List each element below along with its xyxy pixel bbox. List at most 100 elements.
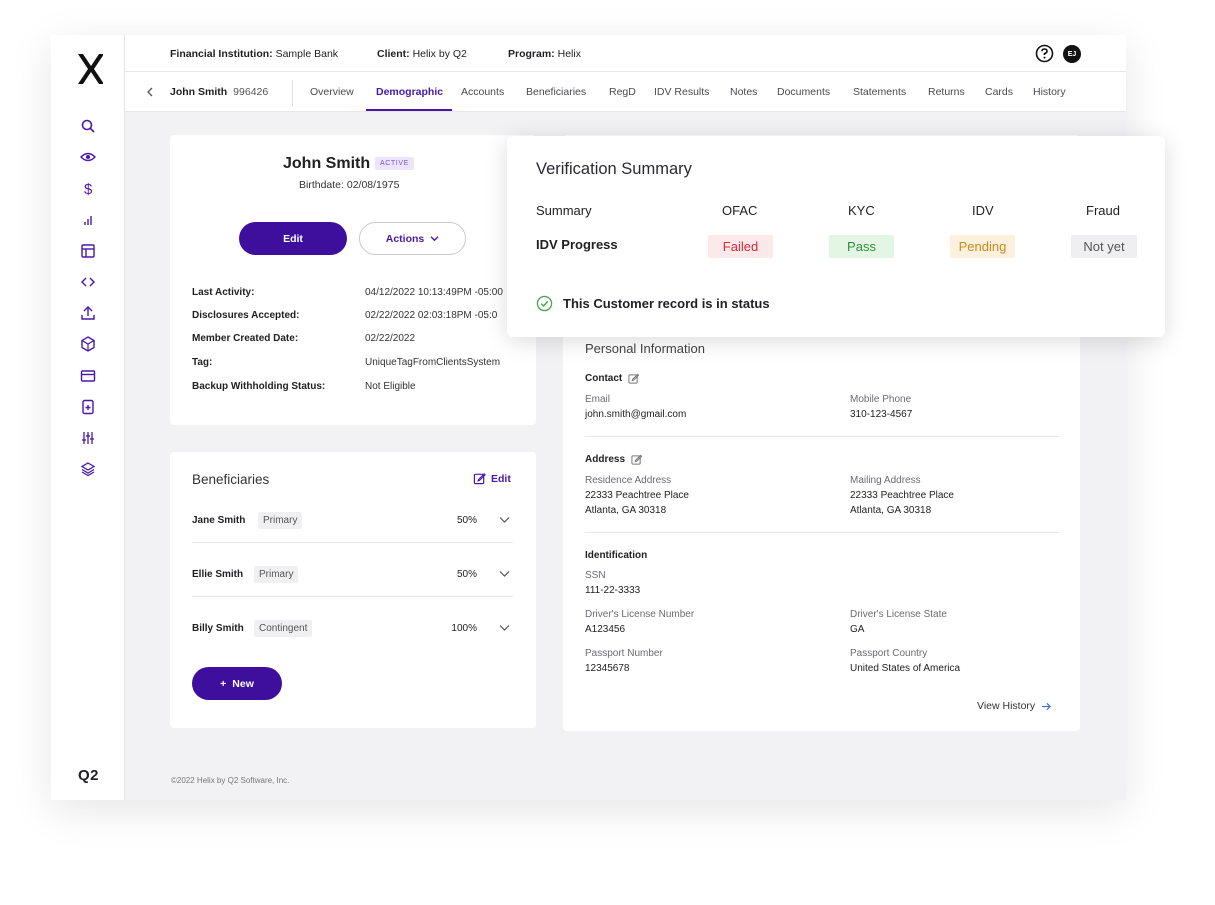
- address-section-title: Address: [585, 454, 642, 465]
- idv-progress-label: IDV Progress: [536, 237, 618, 252]
- residence-address-label: Residence Address: [585, 475, 671, 486]
- ssn-label: SSN: [585, 570, 606, 581]
- verification-summary-popup: Verification Summary Summary OFAC KYC ID…: [507, 136, 1165, 337]
- q2-brand: Q2: [78, 767, 99, 784]
- beneficiaries-edit-link[interactable]: Edit: [473, 472, 511, 485]
- edit-icon[interactable]: [631, 454, 642, 465]
- beneficiary-type-tag: Contingent: [254, 620, 312, 637]
- tab-documents[interactable]: Documents: [777, 86, 830, 98]
- chevron-down-icon: [430, 235, 439, 242]
- residence-address-line2: Atlanta, GA 30318: [585, 505, 666, 516]
- dl-state-label: Driver's License State: [850, 609, 947, 620]
- plus-icon: +: [220, 678, 226, 690]
- layers-icon[interactable]: [79, 460, 97, 478]
- helix-logo[interactable]: [75, 51, 103, 87]
- tab-idv-results[interactable]: IDV Results: [654, 86, 709, 98]
- back-chevron-icon[interactable]: [145, 86, 155, 98]
- add-beneficiary-button[interactable]: + New: [192, 667, 282, 700]
- left-sidebar: $ Q2: [51, 35, 125, 800]
- chevron-down-icon[interactable]: [499, 624, 510, 632]
- arrow-right-icon: [1041, 702, 1052, 711]
- financial-institution: Financial Institution: Sample Bank: [170, 48, 338, 60]
- passport-country-label: Passport Country: [850, 648, 927, 659]
- status-badge: ACTIVE: [375, 157, 414, 170]
- fraud-status-badge: Not yet: [1071, 235, 1137, 258]
- dl-state-value: GA: [850, 624, 864, 635]
- birthdate: Birthdate: 02/08/1975: [299, 179, 399, 191]
- passport-value: 12345678: [585, 663, 630, 674]
- edit-icon[interactable]: [628, 373, 639, 384]
- svg-text:$: $: [84, 181, 93, 196]
- idv-status-badge: Pending: [950, 235, 1015, 258]
- identification-section-title: Identification: [585, 550, 647, 561]
- eye-icon[interactable]: [79, 148, 97, 166]
- mailing-address-label: Mailing Address: [850, 475, 921, 486]
- member-header: John Smith996426: [170, 86, 268, 98]
- chevron-down-icon[interactable]: [499, 570, 510, 578]
- client: Client: Helix by Q2: [377, 48, 467, 60]
- divider: [585, 436, 1059, 437]
- residence-address-line1: 22333 Peachtree Place: [585, 490, 689, 501]
- actions-label: Actions: [386, 233, 425, 245]
- search-icon[interactable]: [79, 117, 97, 135]
- email-value: john.smith@gmail.com: [585, 409, 686, 420]
- mailing-address-line2: Atlanta, GA 30318: [850, 505, 931, 516]
- email-label: Email: [585, 394, 610, 405]
- active-tab-indicator: [366, 109, 452, 111]
- tab-notes[interactable]: Notes: [730, 86, 757, 98]
- edit-button[interactable]: Edit: [239, 222, 347, 255]
- divider: [292, 80, 293, 106]
- beneficiary-type-tag: Primary: [258, 512, 302, 529]
- col-header-fraud: Fraud: [1086, 203, 1120, 218]
- tab-returns[interactable]: Returns: [928, 86, 965, 98]
- view-history-link[interactable]: View History: [977, 700, 1052, 712]
- sliders-icon[interactable]: [79, 429, 97, 447]
- tab-statements[interactable]: Statements: [853, 86, 906, 98]
- dl-label: Driver's License Number: [585, 609, 694, 620]
- card-icon[interactable]: [79, 367, 97, 385]
- personal-info-title: Personal Information: [585, 341, 705, 356]
- kyc-status-badge: Pass: [829, 235, 894, 258]
- code-icon[interactable]: [79, 273, 97, 291]
- dl-value: A123456: [585, 624, 625, 635]
- profile-card: John Smith ACTIVE Birthdate: 02/08/1975 …: [170, 135, 536, 425]
- tab-overview[interactable]: Overview: [310, 86, 354, 98]
- passport-label: Passport Number: [585, 648, 663, 659]
- record-status-message: This Customer record is in status: [536, 295, 770, 312]
- beneficiary-row[interactable]: Ellie Smith Primary 50%: [192, 569, 513, 623]
- chevron-down-icon[interactable]: [499, 516, 510, 524]
- beneficiary-row[interactable]: Jane Smith Primary 50%: [192, 515, 513, 569]
- file-plus-icon[interactable]: [79, 398, 97, 416]
- tab-regd[interactable]: RegD: [609, 86, 636, 98]
- member-name: John Smith: [283, 155, 370, 173]
- tab-beneficiaries[interactable]: Beneficiaries: [526, 86, 586, 98]
- divider: [585, 532, 1059, 533]
- upload-icon[interactable]: [79, 304, 97, 322]
- edit-icon: [473, 472, 486, 485]
- user-avatar[interactable]: EJ: [1063, 45, 1081, 63]
- contact-section-title: Contact: [585, 373, 639, 384]
- col-header-idv: IDV: [972, 203, 994, 218]
- ssn-value: 111-22-3333: [585, 585, 640, 596]
- ofac-status-badge: Failed: [708, 235, 773, 258]
- tab-accounts[interactable]: Accounts: [461, 86, 504, 98]
- tab-cards[interactable]: Cards: [985, 86, 1013, 98]
- actions-button[interactable]: Actions: [359, 222, 466, 255]
- help-icon[interactable]: [1035, 44, 1054, 63]
- tab-demographic[interactable]: Demographic: [376, 86, 443, 98]
- context-bar: Financial Institution: Sample Bank Clien…: [125, 35, 1126, 72]
- bar-chart-icon[interactable]: [79, 211, 97, 229]
- footer-copyright: ©2022 Helix by Q2 Software, Inc.: [171, 776, 289, 785]
- phone-label: Mobile Phone: [850, 394, 911, 405]
- verification-title: Verification Summary: [536, 160, 692, 179]
- layout-icon[interactable]: [79, 242, 97, 260]
- beneficiaries-card: Beneficiaries Edit Jane Smith Primary 50…: [170, 452, 536, 728]
- dollar-icon[interactable]: $: [79, 179, 97, 197]
- cube-icon[interactable]: [79, 335, 97, 353]
- program: Program: Helix: [508, 48, 581, 60]
- tab-history[interactable]: History: [1033, 86, 1066, 98]
- col-header-kyc: KYC: [848, 203, 875, 218]
- check-circle-icon: [536, 295, 553, 312]
- passport-country-value: United States of America: [850, 663, 960, 674]
- mailing-address-line1: 22333 Peachtree Place: [850, 490, 954, 501]
